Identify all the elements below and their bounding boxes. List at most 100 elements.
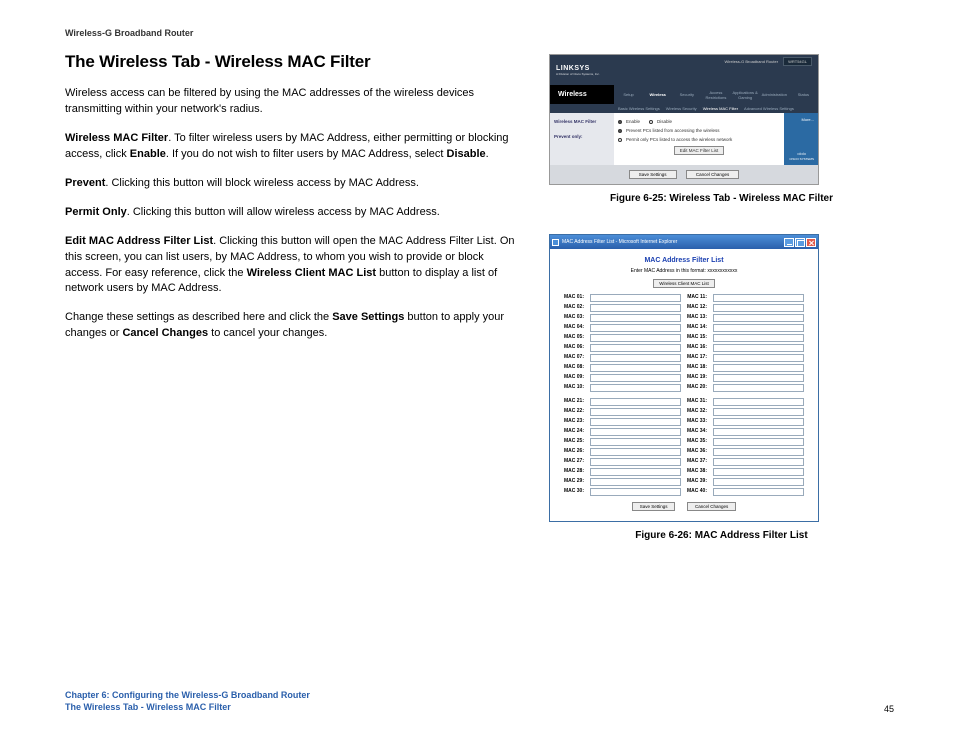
mac-input[interactable] [590,384,681,392]
sub-tab[interactable]: Basic Wireless Settings [618,106,660,111]
mac-input[interactable] [713,428,804,436]
mac-input[interactable] [590,438,681,446]
main-text-column: The Wireless Tab - Wireless MAC Filter W… [65,52,519,563]
radio-enable[interactable] [618,120,622,124]
mac-input[interactable] [713,468,804,476]
mac-label: MAC 22: [564,408,584,416]
mac-label: MAC 14: [687,324,707,332]
mac-label: MAC 17: [687,354,707,362]
save-cancel-paragraph: Change these settings as described here … [65,310,519,342]
mac-input[interactable] [590,314,681,322]
edit-mac-filter-button[interactable]: Edit MAC Filter List [674,146,725,155]
mac-input[interactable] [713,314,804,322]
mac-input[interactable] [590,488,681,496]
nav-tab-applications-gaming[interactable]: Applications & Gaming [731,88,760,102]
mac-input[interactable] [713,374,804,382]
figure-6-26: MAC Address Filter List - Microsoft Inte… [549,234,894,541]
window-title: MAC Address Filter List - Microsoft Inte… [562,239,677,245]
cisco-logo: ıılıılııCISCO SYSTEMS [789,151,814,161]
mac-filter-paragraph: Wireless MAC Filter. To filter wireless … [65,131,519,163]
mac-input[interactable] [590,468,681,476]
nav-tab-administration[interactable]: Administration [760,90,789,99]
maximize-button[interactable] [795,238,805,247]
mac-label: MAC 18: [687,364,707,372]
mac-filter-window: MAC Address Filter List - Microsoft Inte… [549,234,819,522]
mac-input[interactable] [713,334,804,342]
mac-input[interactable] [713,324,804,332]
mac-label: MAC 36: [687,448,707,456]
mac-input[interactable] [590,374,681,382]
mac-input[interactable] [590,478,681,486]
mac-input[interactable] [590,448,681,456]
mac-input[interactable] [713,458,804,466]
mac-input[interactable] [713,294,804,302]
mac-label: MAC 04: [564,324,584,332]
mac-input[interactable] [590,458,681,466]
mac-cancel-button[interactable]: Cancel Changes [687,502,736,511]
mac-label: MAC 19: [687,374,707,382]
mac-label: MAC 30: [564,488,584,496]
mac-input[interactable] [713,384,804,392]
mac-input[interactable] [713,438,804,446]
nav-tab-status[interactable]: Status [789,90,818,99]
mac-input[interactable] [590,418,681,426]
mac-input[interactable] [590,344,681,352]
mac-input[interactable] [590,408,681,416]
mac-input[interactable] [590,364,681,372]
mac-input[interactable] [713,364,804,372]
mac-save-button[interactable]: Save Settings [632,502,676,511]
mac-input[interactable] [713,304,804,312]
footer-chapter: Chapter 6: Configuring the Wireless-G Br… [65,689,310,702]
sub-tab[interactable]: Wireless Security [666,106,697,111]
mac-label: MAC 16: [687,344,707,352]
mac-input[interactable] [713,488,804,496]
ie-icon [552,239,559,246]
mac-label: MAC 40: [687,488,707,496]
save-settings-button[interactable]: Save Settings [629,170,677,179]
sub-tab[interactable]: Wireless MAC Filter [703,106,738,111]
mac-input[interactable] [590,324,681,332]
page-title: The Wireless Tab - Wireless MAC Filter [65,52,519,72]
close-button[interactable] [806,238,816,247]
radio-prevent[interactable] [618,129,622,133]
mac-input[interactable] [713,418,804,426]
mac-label: MAC 03: [564,314,584,322]
mac-label: MAC 23: [564,418,584,426]
mac-label: MAC 11: [687,294,707,302]
mac-input[interactable] [713,478,804,486]
cancel-changes-button[interactable]: Cancel Changes [686,170,739,179]
mac-input[interactable] [713,408,804,416]
mac-label: MAC 09: [564,374,584,382]
mac-label: MAC 07: [564,354,584,362]
minimize-button[interactable] [784,238,794,247]
mac-input[interactable] [713,344,804,352]
sub-tab[interactable]: Advanced Wireless Settings [744,106,794,111]
mac-label: MAC 15: [687,334,707,342]
nav-tab-wireless[interactable]: Wireless [643,90,672,99]
mac-label: MAC 33: [687,418,707,426]
mac-input[interactable] [590,294,681,302]
wireless-client-mac-list-button[interactable]: Wireless Client MAC List [653,279,715,288]
nav-tab-setup[interactable]: Setup [614,90,643,99]
mac-list-heading: MAC Address Filter List [564,257,804,264]
mac-input[interactable] [713,448,804,456]
mac-input[interactable] [713,398,804,406]
mac-label: MAC 06: [564,344,584,352]
figure-caption-2: Figure 6-26: MAC Address Filter List [549,530,894,541]
mac-input[interactable] [590,354,681,362]
radio-permit[interactable] [618,138,622,142]
mac-input[interactable] [590,428,681,436]
mac-input[interactable] [590,398,681,406]
nav-tab-security[interactable]: Security [672,90,701,99]
mac-input[interactable] [713,354,804,362]
mac-input[interactable] [590,334,681,342]
radio-disable[interactable] [649,120,653,124]
mac-input[interactable] [590,304,681,312]
mac-label: MAC 34: [687,428,707,436]
mac-label: MAC 28: [564,468,584,476]
prevent-paragraph: Prevent. Clicking this button will block… [65,176,519,192]
page-number: 45 [884,704,894,714]
mac-label: MAC 05: [564,334,584,342]
nav-tab-access-restrictions[interactable]: Access Restrictions [701,88,730,102]
footer-section: The Wireless Tab - Wireless MAC Filter [65,701,310,714]
